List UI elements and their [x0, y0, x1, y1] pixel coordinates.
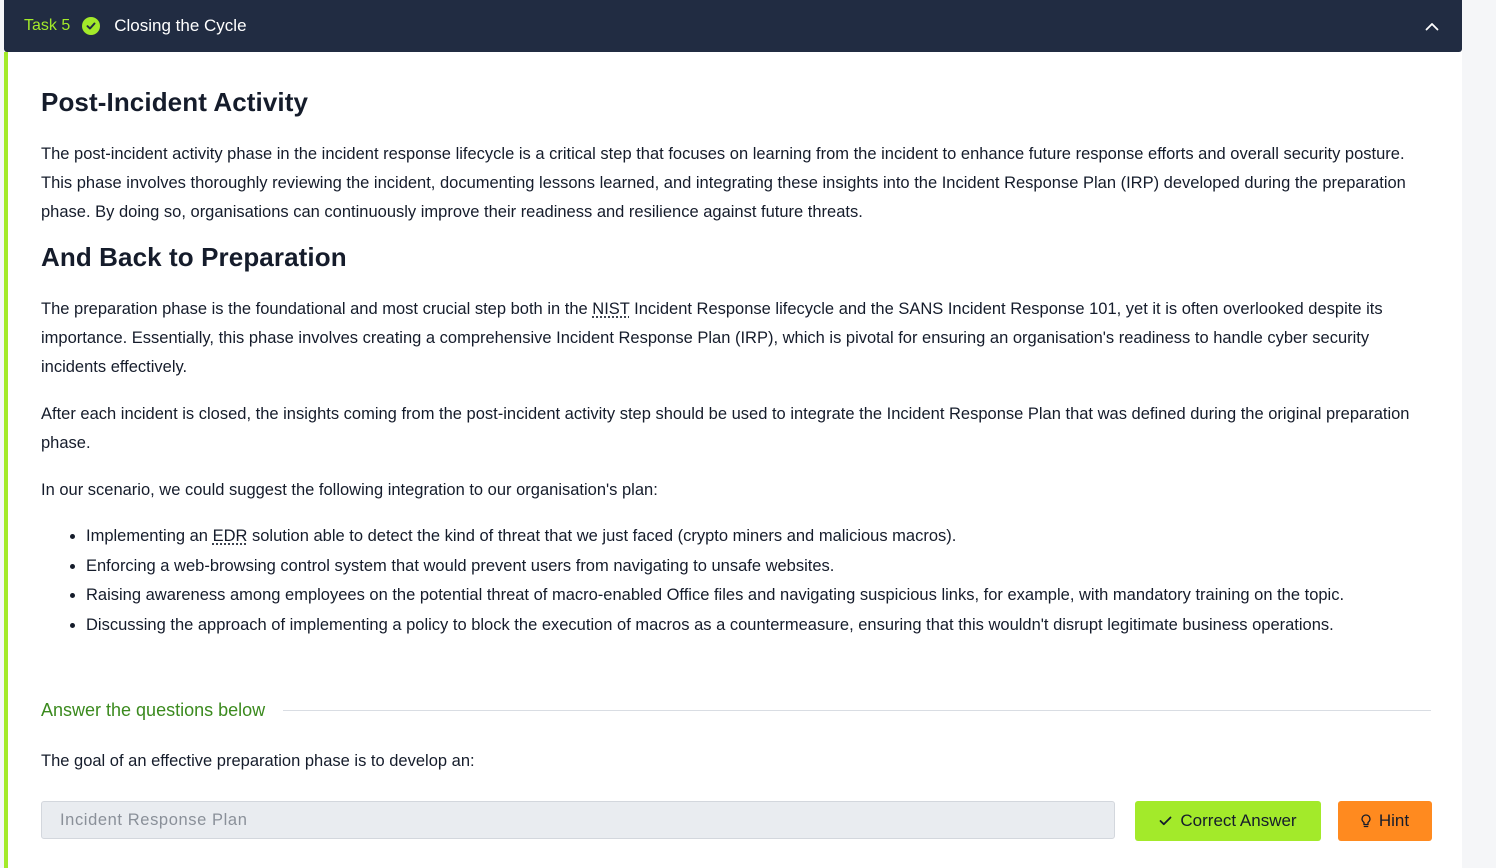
integration-list: Implementing an EDR solution able to det…	[41, 522, 1431, 640]
list-item: Enforcing a web-browsing control system …	[86, 552, 1431, 582]
divider	[283, 709, 1431, 711]
question-text: The goal of an effective preparation pha…	[41, 752, 475, 770]
page-scrollbar-track[interactable]	[1462, 0, 1496, 868]
answer-questions-heading: Answer the questions below	[41, 698, 1431, 722]
paragraph-preparation: The preparation phase is the foundationa…	[41, 295, 1431, 382]
hint-label: Hint	[1378, 811, 1410, 830]
checkmark-icon	[1159, 816, 1172, 826]
task-header[interactable]: Task 5 Closing the Cycle	[4, 0, 1462, 52]
paragraph-post-incident: The post-incident activity phase in the …	[41, 145, 1406, 221]
abbr-nist[interactable]: NIST	[592, 300, 629, 318]
chevron-up-icon[interactable]	[1420, 14, 1444, 38]
text-segment: solution able to detect the kind of thre…	[247, 527, 957, 545]
hint-button[interactable]: Hint	[1338, 801, 1432, 841]
list-item: Implementing an EDR solution able to det…	[86, 522, 1431, 552]
task-content: Post-Incident Activity The post-incident…	[41, 52, 1431, 640]
answer-heading-label: Answer the questions below	[41, 699, 266, 720]
text-segment: The preparation phase is the foundationa…	[41, 300, 593, 318]
correct-answer-label: Correct Answer	[1180, 811, 1297, 830]
check-circle-icon	[82, 17, 101, 35]
abbr-edr[interactable]: EDR	[213, 527, 248, 545]
list-item: Raising awareness among employees on the…	[86, 581, 1431, 611]
task-number: Task 5	[24, 17, 71, 34]
lightbulb-icon	[1361, 813, 1371, 829]
paragraph-scenario: In our scenario, we could suggest the fo…	[41, 481, 658, 499]
task-card: Task 5 Closing the Cycle Post-Incident A…	[4, 0, 1462, 868]
heading-back-to-preparation: And Back to Preparation	[41, 242, 347, 272]
text-segment: Implementing an	[86, 527, 213, 545]
paragraph-after-incident: After each incident is closed, the insig…	[41, 405, 1410, 452]
answer-field[interactable]: Incident Response Plan	[41, 801, 1115, 839]
task-title: Closing the Cycle	[114, 16, 247, 35]
list-item: Discussing the approach of implementing …	[86, 611, 1431, 641]
correct-answer-button[interactable]: Correct Answer	[1135, 801, 1321, 841]
task-accent-bar	[4, 52, 8, 868]
heading-post-incident: Post-Incident Activity	[41, 87, 309, 117]
